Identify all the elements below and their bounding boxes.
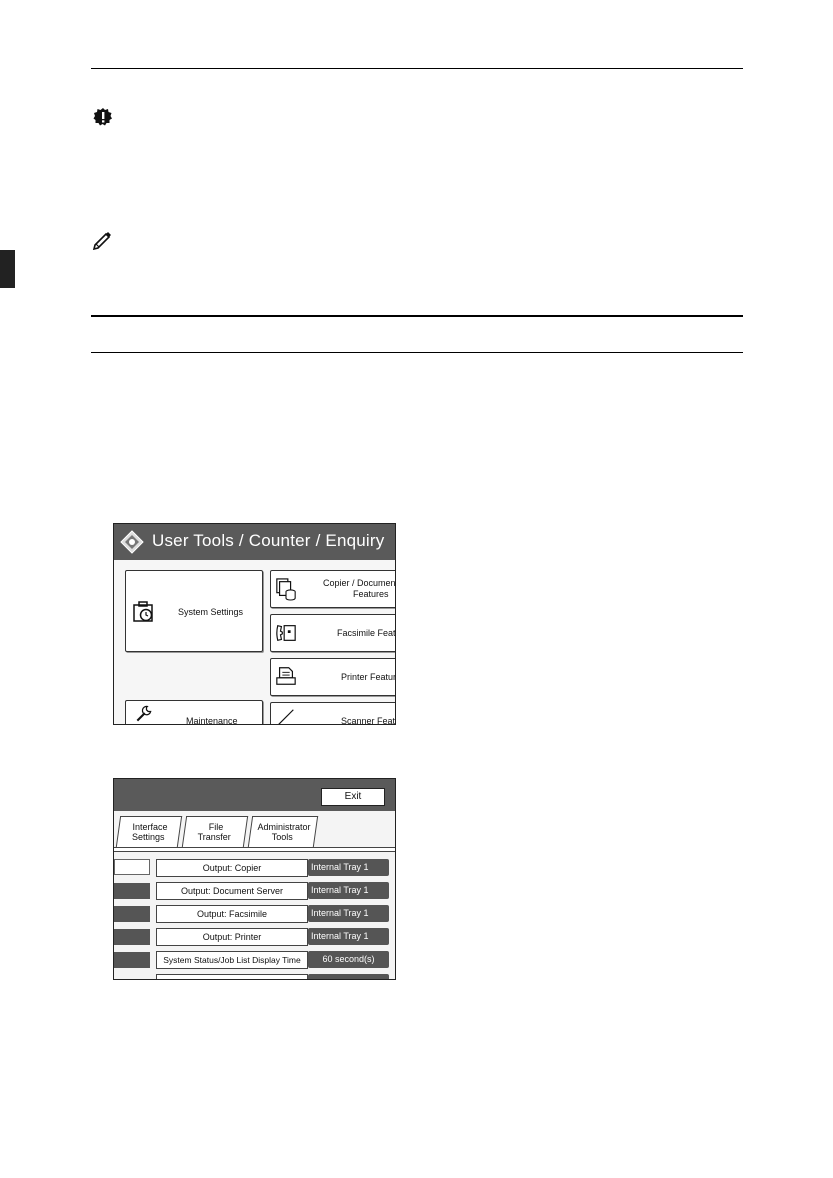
facsimile-features-button[interactable]: Facsimile Feat	[270, 614, 396, 652]
copier-label-line2: Features	[353, 589, 389, 599]
maintenance-label: Maintenance	[186, 716, 238, 725]
output-document-server-button[interactable]: Output: Document Server	[156, 882, 308, 900]
system-settings-screen: Exit Interface Settings File Transfer Ad…	[113, 778, 396, 980]
chapter-thumb-tab	[0, 250, 15, 288]
maintenance-icon	[136, 705, 152, 722]
row-stub[interactable]	[114, 952, 150, 968]
tab-interface-settings-line1: Interface	[132, 822, 168, 832]
scanner-features-button[interactable]: Scanner Featu	[270, 702, 396, 725]
scanner-label: Scanner Featu	[341, 716, 396, 725]
tab-interface-settings-line2: Settings	[131, 832, 165, 842]
scanner-icon	[278, 709, 294, 724]
section-rule-bottom	[91, 352, 743, 353]
section-rule-top	[91, 315, 743, 317]
user-tools-screen: User Tools / Counter / Enquiry System Se…	[113, 523, 396, 725]
printer-icon	[276, 667, 296, 685]
copier-document-features-button[interactable]: Copier / Document Features	[270, 570, 396, 608]
user-tools-logo-icon	[120, 530, 144, 554]
output-copier-value: Internal Tray 1	[308, 859, 389, 876]
row-partial-value	[308, 974, 389, 979]
tab-file-transfer-line1: File	[208, 822, 224, 832]
system-settings-icon	[133, 601, 153, 622]
tab-administrator-tools[interactable]: Administrator Tools	[247, 816, 319, 847]
output-facsimile-button[interactable]: Output: Facsimile	[156, 905, 308, 923]
job-list-display-time-value: 60 second(s)	[308, 951, 389, 968]
row-stub[interactable]	[114, 859, 150, 875]
tab-interface-settings[interactable]: Interface Settings	[115, 816, 183, 847]
row-stub[interactable]	[114, 883, 150, 899]
tab-file-transfer[interactable]: File Transfer	[181, 816, 249, 847]
important-icon	[93, 108, 112, 126]
note-icon	[92, 232, 111, 250]
output-document-server-value: Internal Tray 1	[308, 882, 389, 899]
printer-features-button[interactable]: Printer Featur	[270, 658, 396, 696]
job-list-display-time-button[interactable]: System Status/Job List Display Time	[156, 951, 308, 969]
row-stub[interactable]	[114, 906, 150, 922]
header-rule	[91, 68, 743, 69]
output-printer-value: Internal Tray 1	[308, 928, 389, 945]
tab-underline	[114, 847, 395, 852]
system-settings-button[interactable]: System Settings	[125, 570, 263, 652]
tab-administrator-tools-line2: Tools	[271, 832, 293, 842]
facsimile-icon	[276, 624, 296, 642]
facsimile-label: Facsimile Feat	[337, 628, 396, 638]
row-partial-button[interactable]	[156, 974, 308, 979]
user-tools-header: User Tools / Counter / Enquiry	[114, 524, 395, 560]
copier-icon	[276, 578, 296, 601]
exit-button[interactable]: Exit	[321, 788, 385, 806]
system-settings-label: System Settings	[178, 607, 244, 617]
copier-label-line1: Copier / Document	[323, 578, 396, 588]
tab-administrator-tools-line1: Administrator	[257, 822, 311, 832]
printer-label: Printer Featur	[341, 672, 396, 682]
row-stub[interactable]	[114, 929, 150, 945]
output-facsimile-value: Internal Tray 1	[308, 905, 389, 922]
user-tools-title: User Tools / Counter / Enquiry	[152, 531, 385, 550]
tab-file-transfer-line2: Transfer	[197, 832, 231, 842]
output-printer-button[interactable]: Output: Printer	[156, 928, 308, 946]
maintenance-button[interactable]: Maintenance	[125, 700, 263, 725]
output-copier-button[interactable]: Output: Copier	[156, 859, 308, 877]
